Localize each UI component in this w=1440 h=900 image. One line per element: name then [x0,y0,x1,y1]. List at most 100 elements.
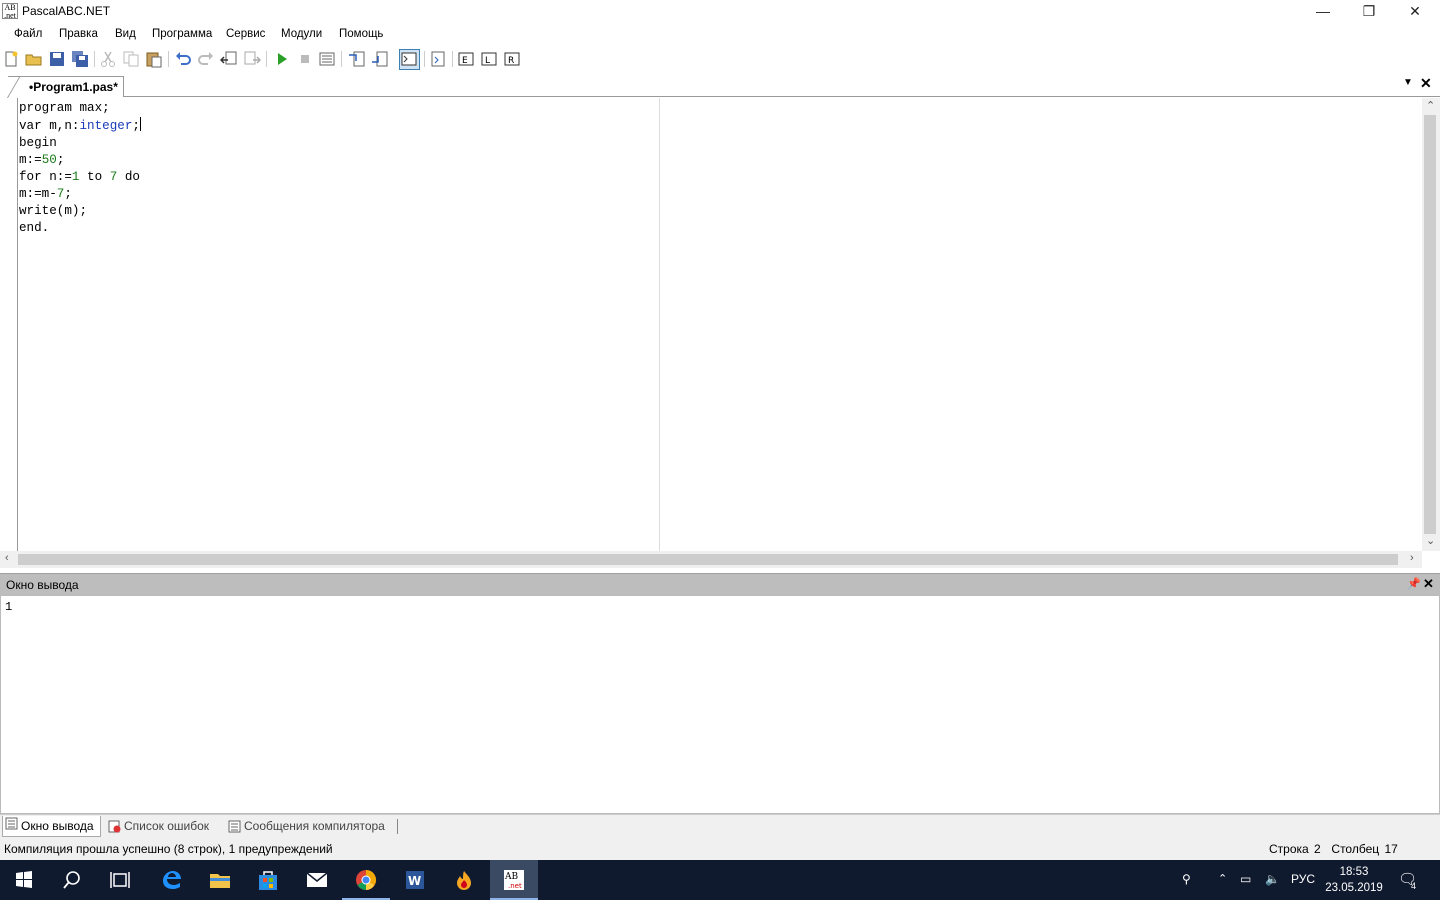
copy-icon[interactable] [122,50,140,68]
output-window-icon [5,817,18,830]
horizontal-scrollbar[interactable]: ‹ › [0,551,1422,568]
output-panel-body[interactable]: 1 [0,595,1440,814]
volume-icon[interactable]: 🔈 [1265,872,1280,886]
scroll-down-icon[interactable]: ⌄ [1426,534,1435,547]
svg-text:AB: AB [504,872,518,882]
clock-date: 23.05.2019 [1325,882,1383,894]
menu-help[interactable]: Помощь [339,28,383,40]
task-view-icon [110,872,130,888]
horizontal-scroll-thumb[interactable] [18,554,1398,565]
chrome-taskbar-button[interactable] [342,860,390,900]
show-hidden-icons-icon[interactable]: ⌃ [1218,872,1227,885]
bottom-tab-strip: Окно вывода Список ошибок Сообщения комп… [0,814,1440,838]
menu-service[interactable]: Сервис [226,28,265,40]
code-line: m:=50; [19,153,65,167]
tab-compiler-messages-label: Сообщения компилятора [244,819,385,833]
save-all-icon[interactable] [71,50,89,68]
cursor-position: Строка 2 Столбец 17 [1269,842,1398,856]
new-file-icon[interactable] [2,50,20,68]
open-folder-icon[interactable] [25,50,43,68]
pascalabc-taskbar-button[interactable]: AB .net [490,860,538,900]
stop-icon[interactable] [296,50,314,68]
code-line: program max; [19,101,110,115]
pascalabc-icon: AB.net [504,870,524,890]
close-panel-icon[interactable]: ✕ [1423,576,1434,592]
task-view-button[interactable] [96,860,144,900]
format-code-icon[interactable] [429,50,447,68]
code-editor[interactable]: program max; var m,n:integer; begin m:=50; f… [0,98,1440,568]
scroll-right-icon[interactable]: › [1410,552,1414,564]
tab-list-chevron-icon[interactable]: ▼ [1403,77,1413,88]
restore-button[interactable]: ❐ [1346,0,1392,22]
explorer-taskbar-button[interactable] [196,860,244,900]
menu-program[interactable]: Программа [152,28,212,40]
navigate-back-icon[interactable] [220,50,238,68]
locals-window-icon[interactable]: L [481,50,499,68]
search-button[interactable] [48,860,96,900]
edge-taskbar-button[interactable] [147,860,195,900]
step-into-icon[interactable] [348,50,366,68]
tab-output-window[interactable]: Окно вывода [2,816,101,837]
folder-icon [210,874,230,888]
redo-icon[interactable] [197,50,215,68]
scroll-up-icon[interactable]: ⌃ [1426,99,1435,112]
code-text[interactable]: program max; var m,n:integer; begin m:=50; f… [19,100,141,237]
watch-window-icon[interactable]: R [504,50,522,68]
paste-icon[interactable] [145,50,163,68]
line-value: 2 [1314,842,1321,856]
vertical-scroll-thumb[interactable] [1424,115,1436,534]
chrome-icon [356,869,377,890]
scroll-left-icon[interactable]: ‹ [5,552,9,564]
menu-file[interactable]: Файл [14,28,42,40]
menu-edit[interactable]: Правка [59,28,98,40]
search-icon [63,871,80,889]
code-line-text: var m,n:integer; [19,119,140,133]
mail-taskbar-button[interactable] [293,860,341,900]
svg-text:W: W [408,874,421,888]
error-list-icon [108,820,121,833]
tab-error-list[interactable]: Список ошибок [106,819,209,837]
editor-margin-line [659,98,660,551]
menu-bar: Файл Правка Вид Программа Сервис Модули … [0,25,1440,45]
status-bar: Компиляция прошла успешно (8 строк), 1 п… [0,838,1440,860]
clock[interactable]: 18:53 23.05.2019 [1322,864,1386,896]
compile-icon[interactable] [318,50,336,68]
compiler-messages-icon [228,820,241,833]
toolbar: E L R [0,47,1440,73]
output-panel-header: Окно вывода 📌 ✕ [0,573,1440,595]
network-icon[interactable]: ▭ [1240,872,1251,886]
debug-window-icon[interactable]: E [458,50,476,68]
document-tab-strip: •Program1.pas* ▼ ✕ [0,74,1440,97]
start-button[interactable] [0,860,48,900]
code-line: end. [19,221,50,235]
close-window-button[interactable]: ✕ [1392,0,1438,22]
svg-text:L: L [485,56,490,66]
run-icon[interactable] [273,50,291,68]
undo-icon[interactable] [174,50,192,68]
code-line: begin [19,136,57,150]
tab-error-list-label: Список ошибок [124,819,210,833]
app-taskbar-button[interactable] [440,860,488,900]
language-indicator[interactable]: РУС [1291,872,1315,886]
close-tab-icon[interactable]: ✕ [1420,75,1432,92]
tab-compiler-messages[interactable]: Сообщения компилятора [226,819,385,837]
minimize-button[interactable]: — [1300,0,1346,22]
window-title: PascalABC.NET [22,4,111,18]
svg-text:.net: .net [508,882,522,890]
menu-modules[interactable]: Модули [281,28,322,40]
people-icon[interactable]: ⚲ [1182,872,1191,886]
word-taskbar-button[interactable]: W [391,860,439,900]
step-over-icon[interactable] [371,50,389,68]
tab-program1[interactable]: •Program1.pas* [8,76,124,97]
store-taskbar-button[interactable] [244,860,292,900]
output-window-toggle-icon[interactable] [399,49,420,70]
svg-text:R: R [508,56,514,66]
code-line: var m,n:integer; [19,117,141,135]
app-icon: AB .net [2,3,18,20]
cut-icon[interactable] [99,50,117,68]
vertical-scrollbar[interactable]: ⌃ ⌄ [1422,98,1440,551]
save-icon[interactable] [48,50,66,68]
pin-icon[interactable]: 📌 [1407,577,1421,590]
navigate-forward-icon[interactable] [243,50,261,68]
menu-view[interactable]: Вид [115,28,136,40]
